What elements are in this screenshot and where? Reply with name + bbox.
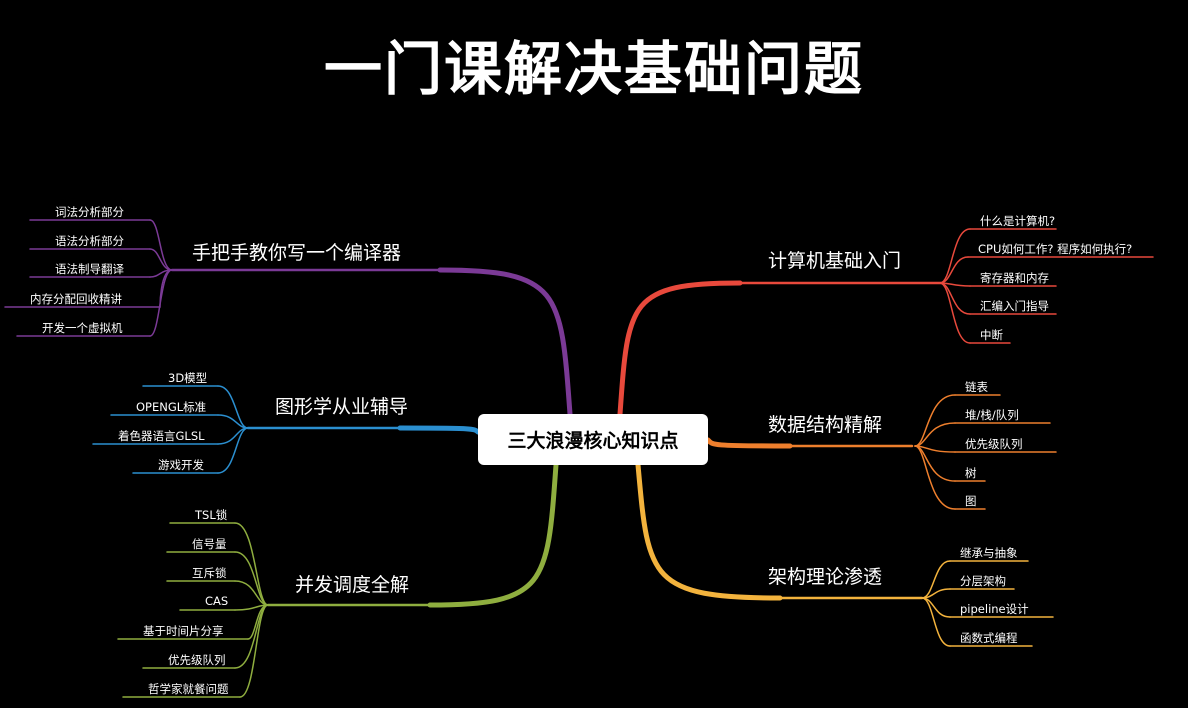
leaf-concurrency-2[interactable]: 互斥锁 xyxy=(192,565,227,581)
leaf-computer-1[interactable]: CPU如何工作? 程序如何执行? xyxy=(978,241,1132,257)
leaf-datastruct-3[interactable]: 树 xyxy=(965,465,977,481)
leaf-graphics-1[interactable]: OPENGL标准 xyxy=(136,399,206,415)
central-topic[interactable]: 三大浪漫核心知识点 xyxy=(478,414,708,465)
leaf-compiler-1[interactable]: 语法分析部分 xyxy=(55,233,124,249)
leaf-concurrency-4[interactable]: 基于时间片分享 xyxy=(143,623,224,639)
leaf-concurrency-5[interactable]: 优先级队列 xyxy=(168,652,226,668)
leaf-compiler-3[interactable]: 内存分配回收精讲 xyxy=(30,291,122,307)
leaf-graphics-2[interactable]: 着色器语言GLSL xyxy=(118,428,205,444)
branch-label-datastruct[interactable]: 数据结构精解 xyxy=(768,410,882,437)
branch-label-concurrency[interactable]: 并发调度全解 xyxy=(295,570,409,597)
leaf-computer-3[interactable]: 汇编入门指导 xyxy=(980,298,1049,314)
leaf-arch-3[interactable]: 函数式编程 xyxy=(960,630,1018,646)
leaf-arch-0[interactable]: 继承与抽象 xyxy=(960,545,1018,561)
leaf-concurrency-0-connector xyxy=(234,522,269,606)
branch-datastruct-curve xyxy=(705,437,793,449)
leaf-computer-0[interactable]: 什么是计算机? xyxy=(980,213,1055,229)
leaf-datastruct-0[interactable]: 链表 xyxy=(965,379,988,395)
leaf-datastruct-1-connector xyxy=(914,422,956,447)
leaf-graphics-0-connector xyxy=(217,385,249,429)
leaf-compiler-0[interactable]: 词法分析部分 xyxy=(55,204,124,220)
branch-label-arch[interactable]: 架构理论渗透 xyxy=(768,562,882,589)
leaf-datastruct-4-connector xyxy=(914,445,956,510)
leaf-computer-4[interactable]: 中断 xyxy=(980,327,1003,343)
leaf-arch-1[interactable]: 分层架构 xyxy=(960,573,1006,589)
leaf-datastruct-0-connector xyxy=(914,394,956,447)
leaf-graphics-0[interactable]: 3D模型 xyxy=(168,370,207,386)
leaf-computer-2[interactable]: 寄存器和内存 xyxy=(980,270,1049,286)
leaf-graphics-3-connector xyxy=(217,427,249,474)
leaf-datastruct-4[interactable]: 图 xyxy=(965,493,977,509)
branch-computer-curve xyxy=(617,280,743,417)
leaf-concurrency-6-connector xyxy=(239,604,269,698)
branch-label-compiler[interactable]: 手把手教你写一个编译器 xyxy=(192,238,401,265)
leaf-compiler-1-connector xyxy=(149,248,173,271)
leaf-concurrency-3[interactable]: CAS xyxy=(205,594,228,608)
leaf-concurrency-1[interactable]: 信号量 xyxy=(192,536,227,552)
leaf-computer-0-connector xyxy=(939,228,971,284)
branch-label-graphics[interactable]: 图形学从业辅导 xyxy=(275,392,408,419)
leaf-compiler-0-connector xyxy=(149,219,173,271)
leaf-concurrency-0[interactable]: TSL锁 xyxy=(195,507,227,523)
leaf-concurrency-1-connector xyxy=(234,551,269,606)
branch-graphics-curve xyxy=(397,425,481,435)
leaf-compiler-2[interactable]: 语法制导翻译 xyxy=(55,261,124,277)
leaf-arch-2[interactable]: pipeline设计 xyxy=(960,601,1029,617)
branch-label-computer[interactable]: 计算机基础入门 xyxy=(768,246,901,273)
leaf-graphics-3[interactable]: 游戏开发 xyxy=(158,457,204,473)
branch-concurrency-curve xyxy=(427,462,559,608)
leaf-concurrency-6[interactable]: 哲学家就餐问题 xyxy=(148,681,229,697)
leaf-datastruct-2[interactable]: 优先级队列 xyxy=(965,436,1023,452)
leaf-datastruct-1[interactable]: 堆/栈/队列 xyxy=(965,407,1019,423)
branch-compiler-curve xyxy=(437,267,573,417)
branch-arch-curve xyxy=(635,462,783,601)
leaf-compiler-4[interactable]: 开发一个虚拟机 xyxy=(42,320,123,336)
leaf-compiler-4-connector xyxy=(149,269,173,337)
leaf-arch-3-connector xyxy=(921,597,951,647)
